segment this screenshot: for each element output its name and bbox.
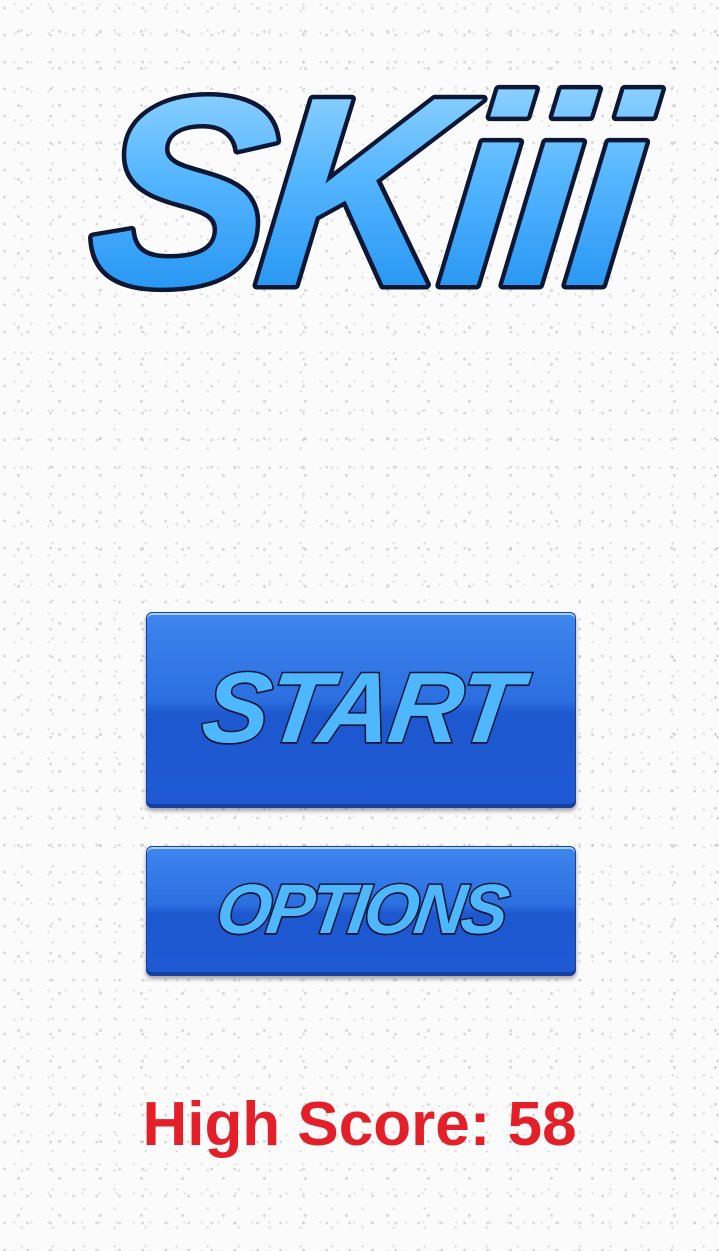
options-button[interactable]: OPTIONS <box>146 846 576 976</box>
main-menu-screen: SKiii START OPTIONS High Score: 58 <box>0 0 719 1251</box>
start-button[interactable]: START <box>146 612 576 808</box>
game-title-logo: SKiii <box>0 40 719 340</box>
start-button-label: START <box>195 651 528 766</box>
game-title-svg: SKiii <box>74 40 672 340</box>
game-title-text: SKiii <box>78 42 667 340</box>
options-button-label: OPTIONS <box>210 869 511 950</box>
high-score-text: High Score: 58 <box>142 1090 577 1159</box>
high-score-display: High Score: 58 <box>0 1090 719 1160</box>
